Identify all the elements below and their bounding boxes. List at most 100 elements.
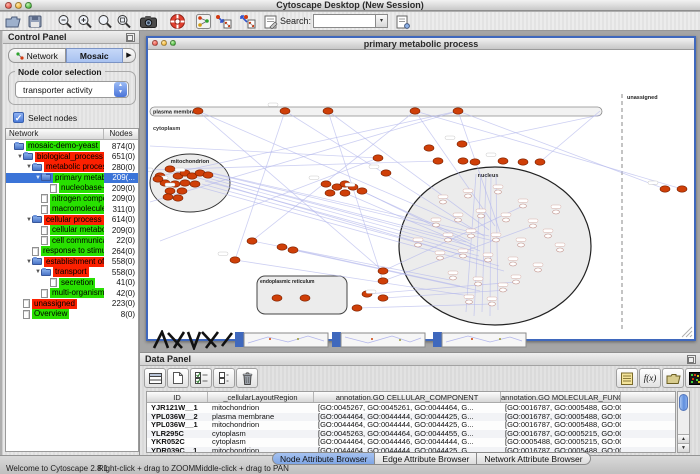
gene-node[interactable] xyxy=(498,158,508,164)
network-panel-button[interactable] xyxy=(194,13,212,30)
gene-node[interactable] xyxy=(535,159,545,165)
tree-row[interactable]: ▼transport558(0) xyxy=(6,267,138,278)
nucleus-node[interactable] xyxy=(493,238,500,242)
edge[interactable] xyxy=(328,111,383,281)
scroll-down-icon[interactable]: ▼ xyxy=(678,443,689,452)
delete-attribute-button[interactable] xyxy=(236,368,258,388)
gene-node[interactable] xyxy=(272,295,282,301)
tree-row-label[interactable]: cell communicat xyxy=(50,236,104,246)
gene-node[interactable] xyxy=(357,188,367,194)
nucleus-node[interactable] xyxy=(495,190,502,194)
gene-node[interactable] xyxy=(173,195,183,201)
gene-node[interactable] xyxy=(660,186,670,192)
table-cell[interactable]: YJR121W__1 xyxy=(147,404,208,413)
gene-node[interactable] xyxy=(230,257,240,263)
matrix-button[interactable] xyxy=(685,368,700,388)
column-header-region[interactable]: _cellularLayoutRegion xyxy=(208,392,314,402)
nucleus-node[interactable] xyxy=(535,268,542,272)
gene-node[interactable] xyxy=(458,158,468,164)
resize-grip-icon[interactable] xyxy=(682,327,692,337)
gene-node[interactable] xyxy=(453,108,463,114)
scroll-up-icon[interactable]: ▲ xyxy=(678,434,689,443)
tree-row[interactable]: ▼metabolic process280(0) xyxy=(6,162,138,173)
edge[interactable] xyxy=(160,111,458,176)
table-cell[interactable]: [GO:0045267, GO:0045261, GO:0044464, G..… xyxy=(314,404,501,413)
nucleus-node[interactable] xyxy=(460,254,467,258)
gene-node[interactable] xyxy=(424,145,434,151)
scrollbar-thumb[interactable] xyxy=(679,394,688,411)
unselect-attributes-button[interactable] xyxy=(213,368,235,388)
table-cell[interactable]: [GO:0045263, GO:0044464, GO:0044455, G..… xyxy=(314,430,501,439)
gene-node[interactable] xyxy=(373,155,383,161)
table-cell[interactable]: mitochondrion xyxy=(208,421,314,430)
tab-edge-attribute-browser[interactable]: Edge Attribute Browser xyxy=(375,452,477,465)
zoom-out-button[interactable] xyxy=(56,13,74,30)
table-cell[interactable]: cytoplasm xyxy=(208,430,314,439)
gene-node[interactable] xyxy=(410,108,420,114)
search-input[interactable] xyxy=(313,14,375,28)
help-button[interactable] xyxy=(168,13,186,30)
open-session-button[interactable] xyxy=(4,13,22,30)
gene-node[interactable] xyxy=(193,108,203,114)
tree-row-label[interactable]: Overview xyxy=(32,309,69,319)
column-header-id[interactable]: ID xyxy=(147,392,208,402)
tree-row-label[interactable]: nucleobase- xyxy=(59,183,104,193)
tree-row[interactable]: ▼biological_process651(0) xyxy=(6,152,138,163)
zoom-in-button[interactable] xyxy=(76,13,94,30)
zoom-fit-button[interactable] xyxy=(115,13,133,30)
tree-row[interactable]: nucleobase-209(0) xyxy=(6,183,138,194)
nucleus-node[interactable] xyxy=(440,200,447,204)
save-session-button[interactable] xyxy=(26,13,44,30)
nucleus-node[interactable] xyxy=(415,243,422,247)
tree-row-label[interactable]: cellular process xyxy=(44,215,104,225)
table-cell[interactable]: plasma membrane xyxy=(208,413,314,422)
table-cell[interactable]: [GO:0016787, GO:0005488, GO:0005215, G..… xyxy=(501,421,621,430)
tree-row[interactable]: mosaic-demo-yeast874(0) xyxy=(6,141,138,152)
tree-row[interactable]: response to stimul264(0) xyxy=(6,246,138,257)
zoom-selected-button[interactable] xyxy=(96,13,114,30)
column-header-component[interactable]: annotation.GO CELLULAR_COMPONENT xyxy=(314,392,501,402)
gene-node[interactable] xyxy=(378,295,388,301)
gene-node[interactable] xyxy=(288,247,298,253)
formula-button[interactable]: f(x) xyxy=(639,368,661,388)
gene-node[interactable] xyxy=(470,159,480,165)
table-scrollbar[interactable]: ▲ ▼ xyxy=(677,391,690,453)
nucleus-node[interactable] xyxy=(489,302,496,306)
edge[interactable] xyxy=(462,115,600,144)
gene-node[interactable] xyxy=(280,108,290,114)
table-cell[interactable]: [GO:0044464, GO:0044444, GO:0044425, G..… xyxy=(314,421,501,430)
gene-node[interactable] xyxy=(457,141,467,147)
edge[interactable] xyxy=(252,111,415,241)
gene-node[interactable] xyxy=(378,268,388,274)
nucleus-node[interactable] xyxy=(433,223,440,227)
nucleus-node[interactable] xyxy=(437,256,444,260)
tree-row[interactable]: multi-organism pro42(0) xyxy=(6,288,138,299)
nucleus-node[interactable] xyxy=(466,300,473,304)
table-cell[interactable]: mitochondrion xyxy=(208,404,314,413)
nucleus-node[interactable] xyxy=(545,234,552,238)
gene-node[interactable] xyxy=(325,190,335,196)
nucleus-node[interactable] xyxy=(503,218,510,222)
tree-row[interactable]: ▼primary metabo209(... xyxy=(6,173,138,184)
table-cell[interactable]: YLR295C xyxy=(147,430,208,439)
nucleus-node[interactable] xyxy=(518,243,525,247)
tree-row[interactable]: unassigned223(0) xyxy=(6,299,138,310)
gene-node[interactable] xyxy=(165,166,175,172)
table-row[interactable]: YKR052Ccytoplasm[GO:0044464, GO:0044446,… xyxy=(147,438,675,447)
gene-node[interactable] xyxy=(518,159,528,165)
tree-row[interactable]: ▼cellular process614(0) xyxy=(6,215,138,226)
nucleus-node[interactable] xyxy=(478,214,485,218)
gene-node[interactable] xyxy=(163,194,173,200)
gene-node[interactable] xyxy=(677,186,687,192)
new-attribute-button[interactable] xyxy=(167,368,189,388)
table-row[interactable]: YPL036W__1mitochondrion[GO:0044464, GO:0… xyxy=(147,421,675,430)
nucleus-node[interactable] xyxy=(530,224,537,228)
node-color-dropdown[interactable]: transporter activity ▲▼ xyxy=(15,81,129,98)
nucleus-node[interactable] xyxy=(510,262,517,266)
gene-node[interactable] xyxy=(247,238,257,244)
table-cell[interactable]: YKR052C xyxy=(147,438,208,447)
tree-row-label[interactable]: cellular metabo xyxy=(50,225,104,235)
table-cell[interactable]: [GO:0016787, GO:0005488, GO:0005215, G..… xyxy=(501,404,621,413)
gene-node[interactable] xyxy=(177,188,187,194)
attribute-table-button[interactable] xyxy=(144,368,166,388)
